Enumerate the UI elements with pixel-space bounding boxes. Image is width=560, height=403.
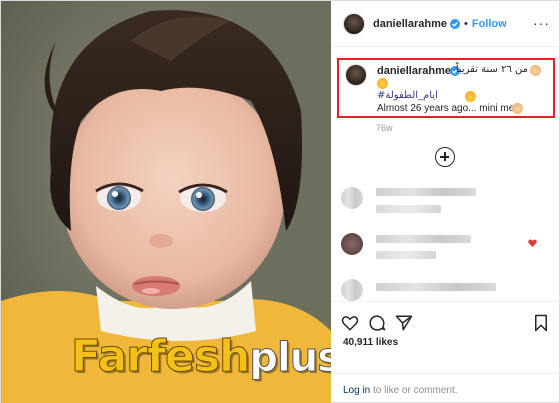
- comment-row: [341, 231, 541, 261]
- bookmark-icon[interactable]: [532, 314, 550, 332]
- login-prompt-text: to like or comment.: [370, 385, 458, 396]
- smiling-face-emoji-icon: [465, 91, 476, 102]
- comment-text-blurred: [376, 283, 496, 291]
- verified-badge-icon: [449, 18, 460, 29]
- avatar[interactable]: [341, 187, 363, 209]
- caption-arabic-text: من ٢٦ سنة تقريباً: [455, 64, 528, 75]
- heart-icon[interactable]: [528, 239, 537, 247]
- login-prompt: Log in to like or comment.: [343, 385, 458, 396]
- load-more-comments-icon[interactable]: [435, 147, 455, 167]
- comment-meta-blurred: [376, 251, 436, 259]
- avatar[interactable]: [341, 233, 363, 255]
- baby-face-emoji-icon: [512, 103, 523, 114]
- instagram-post: Farfeshplus.com daniellarahme • Follow ·…: [0, 0, 560, 403]
- caption-highlight: daniellarahme من ٢٦ سنة تقريباً #ايام_ال…: [337, 58, 555, 118]
- post-sidebar: daniellarahme • Follow ··· daniellarahme…: [331, 1, 560, 402]
- caption-username[interactable]: daniellarahme: [377, 65, 451, 77]
- watermark: Farfeshplus.com: [70, 331, 331, 383]
- comment-row: [341, 185, 541, 215]
- avatar[interactable]: [343, 12, 365, 35]
- post-header: daniellarahme • Follow ···: [331, 1, 560, 47]
- woman-emoji-icon: [377, 78, 388, 89]
- follow-button[interactable]: Follow: [472, 18, 507, 30]
- more-options-icon[interactable]: ···: [533, 15, 550, 31]
- separator-dot: •: [463, 17, 468, 30]
- avatar[interactable]: [341, 279, 363, 301]
- caption-hashtag[interactable]: #ايام_الطفولة: [377, 90, 461, 101]
- share-icon[interactable]: [395, 314, 413, 332]
- comment-text-blurred: [376, 188, 476, 196]
- login-link[interactable]: Log in: [343, 385, 370, 396]
- login-prompt-bar: Log in to like or comment.: [331, 373, 560, 403]
- baby-face-emoji-icon: [530, 65, 541, 76]
- comment-text-blurred: [376, 235, 471, 243]
- caption-english-text: Almost 26 years ago... mini me: [377, 103, 515, 114]
- post-photo[interactable]: Farfeshplus.com: [1, 1, 331, 403]
- header-username[interactable]: daniellarahme: [373, 18, 447, 30]
- comment-meta-blurred: [376, 205, 441, 213]
- action-bar: [331, 301, 560, 341]
- likes-count[interactable]: 40,911 likes: [343, 337, 398, 348]
- post-timestamp[interactable]: 76w: [376, 123, 393, 133]
- heart-icon[interactable]: [341, 314, 359, 332]
- caption-avatar[interactable]: [345, 64, 367, 86]
- comment-icon[interactable]: [368, 314, 386, 332]
